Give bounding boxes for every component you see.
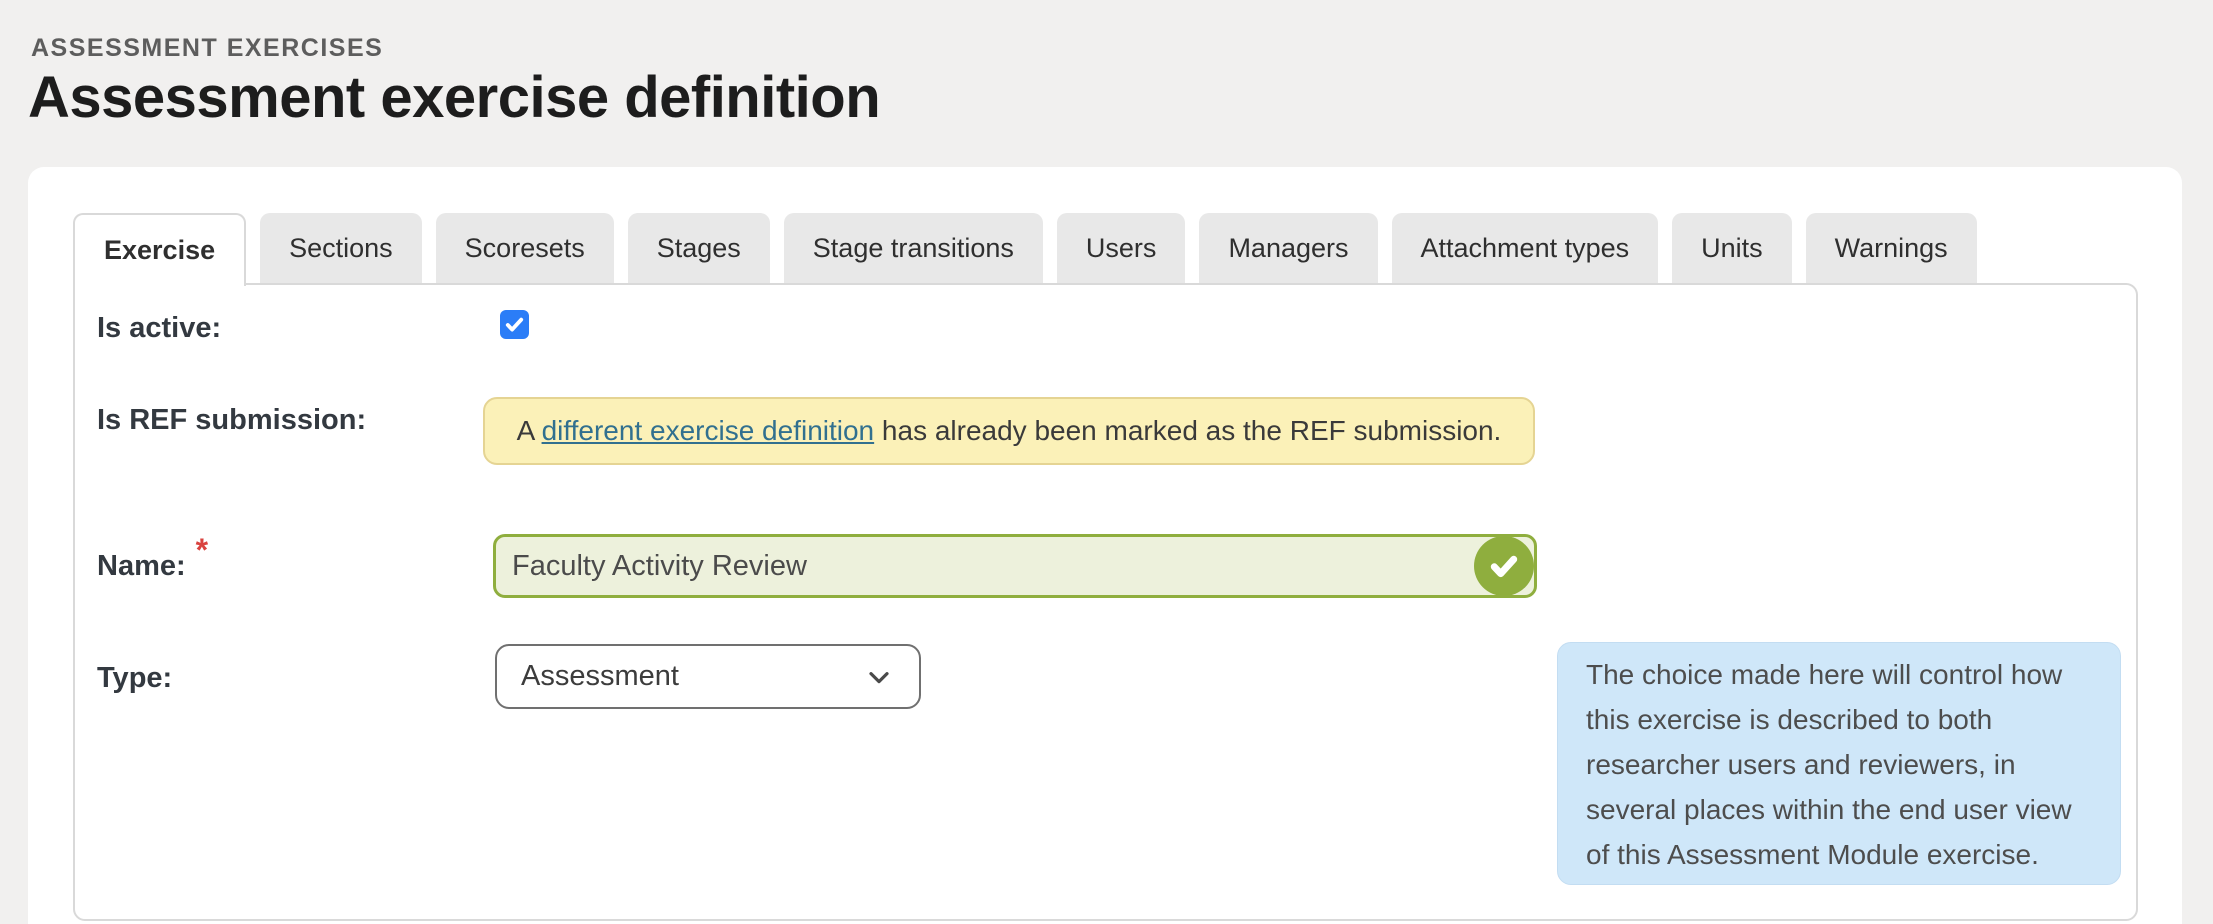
- assessment-exercise-page: ASSESSMENT EXERCISES Assessment exercise…: [0, 0, 2213, 924]
- warning-text-prefix: A: [516, 415, 542, 446]
- tab-scoresets[interactable]: Scoresets: [435, 213, 614, 283]
- ref-submission-label: Is REF submission:: [97, 404, 367, 436]
- page-title: Assessment exercise definition: [28, 65, 881, 130]
- tab-exercise[interactable]: Exercise: [73, 213, 247, 286]
- type-select[interactable]: Assessment: [495, 644, 921, 709]
- tab-sections[interactable]: Sections: [260, 213, 422, 283]
- required-asterisk: *: [195, 532, 209, 568]
- name-input[interactable]: [493, 534, 1537, 598]
- tab-warnings[interactable]: Warnings: [1805, 213, 1977, 283]
- tab-users[interactable]: Users: [1056, 213, 1186, 283]
- name-label: Name: *: [97, 532, 209, 582]
- content-card: Exercise Sections Scoresets Stages Stage…: [28, 167, 2182, 924]
- different-exercise-link[interactable]: different exercise definition: [542, 415, 875, 447]
- check-icon: [503, 313, 526, 336]
- warning-text-suffix: has already been marked as the REF submi…: [874, 415, 1502, 446]
- is-active-checkbox[interactable]: [500, 310, 529, 339]
- tab-attachment-types[interactable]: Attachment types: [1391, 213, 1659, 283]
- check-circle-icon: [1474, 536, 1534, 596]
- type-help-box: The choice made here will control how th…: [1557, 642, 2121, 885]
- breadcrumb: ASSESSMENT EXERCISES: [31, 34, 384, 62]
- is-active-label: Is active:: [97, 312, 222, 344]
- type-label: Type:: [97, 662, 173, 694]
- tab-stages[interactable]: Stages: [627, 213, 770, 283]
- chevron-down-icon: [863, 661, 895, 693]
- type-select-value: Assessment: [521, 660, 679, 692]
- tab-units[interactable]: Units: [1672, 213, 1792, 283]
- tab-managers[interactable]: Managers: [1199, 213, 1378, 283]
- tab-bar: Exercise Sections Scoresets Stages Stage…: [73, 213, 1977, 286]
- exercise-tab-panel: Is active: Is REF submission: A differen…: [73, 283, 2138, 921]
- tab-stage-transitions[interactable]: Stage transitions: [783, 213, 1043, 283]
- ref-submission-warning: A different exercise definition has alre…: [483, 397, 1535, 465]
